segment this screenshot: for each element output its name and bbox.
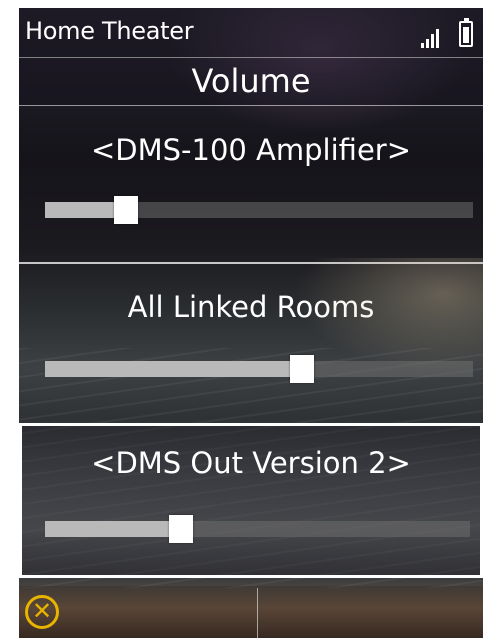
volume-slider[interactable] (45, 515, 470, 543)
battery-level (463, 27, 469, 43)
battery-icon (459, 18, 473, 47)
status-bar: Home Theater (19, 8, 483, 58)
slider-thumb[interactable] (169, 515, 193, 543)
slider-fill (45, 361, 302, 377)
page-title: Volume (19, 58, 483, 105)
slider-fill (45, 521, 181, 537)
zone-dms-100-amplifier[interactable]: <DMS-100 Amplifier> (19, 106, 483, 263)
zone-label: All Linked Rooms (127, 290, 375, 324)
bottom-bar (19, 586, 483, 638)
zone-label: <DMS-100 Amplifier> (90, 133, 412, 167)
slider-thumb[interactable] (114, 196, 139, 224)
screen: Home Theater Volume <DMS-100 Amplifier> (0, 0, 483, 638)
app-window: Home Theater Volume <DMS-100 Amplifier> (19, 8, 483, 638)
app-title: Home Theater (25, 17, 194, 45)
zone-label: <DMS Out Version 2> (91, 446, 411, 480)
volume-slider[interactable] (45, 196, 473, 224)
close-circle-icon[interactable]: ✕ (25, 595, 59, 629)
volume-slider[interactable] (45, 355, 473, 383)
bottom-bar-divider (257, 588, 258, 638)
signal-bars-icon (421, 26, 443, 48)
slider-thumb[interactable] (289, 355, 314, 383)
zone-dms-out-version-2[interactable]: <DMS Out Version 2> (19, 423, 483, 578)
zone-all-linked-rooms[interactable]: All Linked Rooms (19, 264, 483, 422)
